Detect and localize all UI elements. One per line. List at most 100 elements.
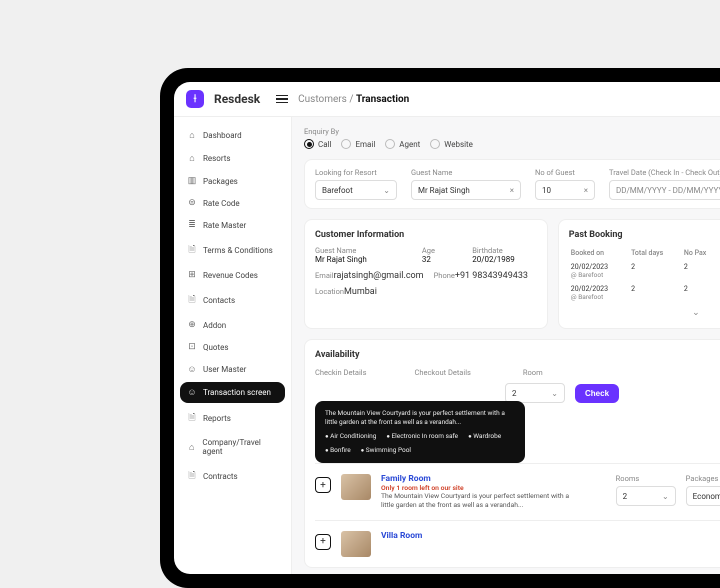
nav-icon: ⌂	[187, 442, 196, 453]
nav-icon: ⊡	[187, 342, 197, 352]
travel-date-label: Travel Date (Check In - Check Out)	[609, 168, 720, 177]
enquiry-row: Enquiry By CallEmailAgentWebsite Account…	[304, 127, 720, 149]
nav-icon: ☺	[187, 387, 197, 398]
enquiry-radio-email[interactable]: Email	[341, 139, 375, 149]
availability-title: Availability	[315, 350, 720, 360]
customer-email: rajatsingh@gmail.com	[334, 271, 424, 281]
sidebar-item-user-master[interactable]: ☺User Master	[180, 359, 285, 380]
sidebar-item-dashboard[interactable]: ⌂Dashboard	[180, 125, 285, 146]
enquiry-radio-call[interactable]: Call	[304, 139, 331, 149]
feature-item: Wardrobe	[468, 432, 501, 441]
nav-icon: ⊞	[187, 270, 197, 280]
clear-icon[interactable]: ×	[510, 186, 514, 195]
nav-icon: ⊜	[187, 198, 197, 208]
sidebar-item-contracts[interactable]: 🗎Contracts	[180, 463, 285, 489]
device-frame: ⟊ Resdesk Customers / Transaction ⌕ ⌂Das…	[160, 68, 720, 588]
feature-item: Electronic In room safe	[386, 432, 458, 441]
nav-icon: ⌂	[187, 153, 197, 164]
feature-item: Swimming Pool	[361, 446, 411, 455]
sidebar-item-transaction-screen[interactable]: ☺Transaction screen	[180, 382, 285, 403]
room-desc: The Mountain View Courtyard is your perf…	[381, 492, 571, 510]
room-scarcity: Only 1 room left on our site	[381, 484, 606, 492]
sidebar-item-packages[interactable]: ▥Packages	[180, 171, 285, 191]
rooms-stepper[interactable]: 2⌄	[616, 486, 676, 506]
sidebar-item-contacts[interactable]: 🗎Contacts	[180, 287, 285, 313]
sidebar: ⌂Dashboard⌂Resorts▥Packages⊜Rate Code≣Ra…	[174, 117, 292, 574]
sidebar-item-company-travel-agent[interactable]: ⌂Company/Travel agent	[180, 433, 285, 461]
nav-icon: 🗎	[187, 292, 197, 308]
guest-count-input[interactable]: 10×	[535, 180, 595, 200]
main-content: Enquiry By CallEmailAgentWebsite Account…	[292, 117, 720, 574]
customer-birthdate: 20/02/1989	[472, 255, 515, 264]
table-row: 20/02/2023@ Barefoot2248000 INR◉	[569, 260, 720, 282]
past-booking-card: Past Booking Booked onTotal daysNo PaxIn…	[558, 219, 720, 329]
nav-icon: ☺	[187, 364, 197, 375]
past-booking-table: Booked onTotal daysNo PaxInvoice ValueAc…	[569, 246, 720, 304]
room-card-family: + Family Room Only 1 room left on our si…	[315, 463, 720, 510]
brand-name: Resdesk	[214, 92, 260, 106]
guest-count-label: No of Guest	[535, 168, 595, 177]
nav-icon: 🗎	[187, 242, 197, 258]
room-count-select[interactable]: 2⌄	[505, 383, 565, 403]
sidebar-item-revenue-codes[interactable]: ⊞Revenue Codes	[180, 265, 285, 285]
feature-item: Bonfire	[325, 446, 351, 455]
room-card-villa: + Villa Room	[315, 520, 720, 557]
check-button[interactable]: Check	[575, 384, 619, 403]
nav-icon: ≣	[187, 220, 197, 230]
room-tooltip: The Mountain View Courtyard is your perf…	[315, 401, 525, 463]
chevron-down-icon: ⌄	[551, 389, 558, 398]
sidebar-item-reports[interactable]: 🗎Reports	[180, 405, 285, 431]
breadcrumb-parent[interactable]: Customers	[298, 94, 347, 105]
customer-name: Mr Rajat Singh	[315, 255, 367, 264]
enquiry-label: Enquiry By	[304, 127, 473, 136]
menu-toggle-icon[interactable]	[276, 95, 288, 104]
sidebar-item-quotes[interactable]: ⊡Quotes	[180, 337, 285, 357]
customer-phone: +91 98343949433	[455, 271, 528, 281]
nav-icon: ⊕	[187, 320, 197, 330]
radio-icon	[304, 139, 314, 149]
sidebar-item-rate-master[interactable]: ≣Rate Master	[180, 215, 285, 235]
sidebar-item-terms-conditions[interactable]: 🗎Terms & Conditions	[180, 237, 285, 263]
nav-icon: 🗎	[187, 468, 197, 484]
nav-icon: 🗎	[187, 410, 197, 426]
guest-name-input[interactable]: Mr Rajat Singh×	[411, 180, 521, 200]
feature-item: Air Conditioning	[325, 432, 376, 441]
nav-icon: ▥	[187, 176, 197, 186]
past-booking-title: Past Booking	[569, 230, 720, 240]
sidebar-item-addon[interactable]: ⊕Addon	[180, 315, 285, 335]
room-thumbnail	[341, 474, 371, 500]
add-room-button[interactable]: +	[315, 477, 331, 493]
chevron-down-icon: ⌄	[383, 186, 390, 195]
sidebar-item-rate-code[interactable]: ⊜Rate Code	[180, 193, 285, 213]
sidebar-item-resorts[interactable]: ⌂Resorts	[180, 148, 285, 169]
enquiry-radio-agent[interactable]: Agent	[385, 139, 420, 149]
radio-icon	[385, 139, 395, 149]
clear-icon[interactable]: ×	[584, 186, 588, 195]
app-screen: ⟊ Resdesk Customers / Transaction ⌕ ⌂Das…	[174, 82, 720, 574]
resort-label: Looking for Resort	[315, 168, 397, 177]
filter-bar: Looking for Resort Barefoot⌄ Guest Name …	[304, 159, 720, 209]
room-name[interactable]: Villa Room	[381, 531, 720, 541]
breadcrumb-current: Transaction	[356, 94, 409, 105]
radio-icon	[341, 139, 351, 149]
package-select[interactable]: Economy⌄	[686, 486, 720, 506]
room-header: Room	[523, 368, 543, 377]
customer-location: Mumbai	[344, 287, 377, 297]
app-logo-icon: ⟊	[186, 90, 204, 108]
room-name[interactable]: Family Room	[381, 474, 606, 484]
add-room-button[interactable]: +	[315, 534, 331, 550]
customer-info-card: Customer Information Guest NameMr Rajat …	[304, 219, 548, 329]
expand-icon[interactable]: ⌄	[569, 304, 720, 318]
chevron-down-icon: ⌄	[662, 492, 669, 501]
checkin-header: Checkin Details	[315, 368, 367, 377]
tooltip-desc: The Mountain View Courtyard is your perf…	[325, 409, 515, 427]
customer-info-title: Customer Information	[315, 230, 537, 240]
enquiry-radio-website[interactable]: Website	[430, 139, 473, 149]
nav-icon: ⌂	[187, 130, 197, 141]
availability-card: Availability Checkin Details Checkout De…	[304, 339, 720, 568]
breadcrumb: Customers / Transaction	[298, 94, 409, 105]
travel-date-input[interactable]: DD/MM/YYYY - DD/MM/YYYY▢	[609, 180, 720, 200]
checkout-header: Checkout Details	[415, 368, 471, 377]
table-row: 20/02/2023@ Barefoot2276000 INR◉	[569, 282, 720, 304]
resort-select[interactable]: Barefoot⌄	[315, 180, 397, 200]
